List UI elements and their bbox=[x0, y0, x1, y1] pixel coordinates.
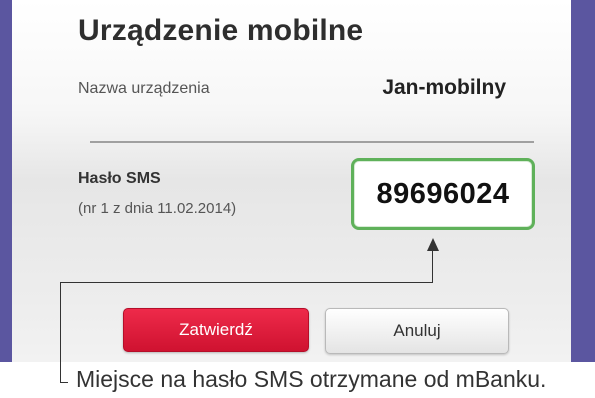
callout-line bbox=[60, 282, 433, 283]
callout-line bbox=[60, 382, 68, 383]
sms-code-value: 89696024 bbox=[376, 177, 510, 210]
device-name-label: Nazwa urządzenia bbox=[78, 80, 210, 97]
callout-arrow-icon bbox=[427, 238, 439, 251]
confirm-button[interactable]: Zatwierdź bbox=[123, 308, 309, 352]
divider bbox=[90, 141, 534, 143]
mobile-device-dialog: Urządzenie mobilne Nazwa urządzenia Jan-… bbox=[12, 0, 571, 362]
screen-background: Urządzenie mobilne Nazwa urządzenia Jan-… bbox=[0, 0, 595, 362]
callout-line bbox=[432, 250, 433, 283]
device-name-value: Jan-mobilny bbox=[382, 76, 506, 99]
callout-line bbox=[60, 282, 61, 383]
callout-caption: Miejsce na hasło SMS otrzymane od mBanku… bbox=[76, 366, 547, 392]
sms-code-sublabel: (nr 1 z dnia 11.02.2014) bbox=[78, 200, 237, 217]
dialog-title: Urządzenie mobilne bbox=[78, 14, 364, 47]
cancel-button[interactable]: Anuluj bbox=[325, 308, 509, 354]
sms-code-field[interactable]: 89696024 bbox=[351, 158, 535, 230]
sms-code-label: Hasło SMS bbox=[78, 170, 161, 187]
